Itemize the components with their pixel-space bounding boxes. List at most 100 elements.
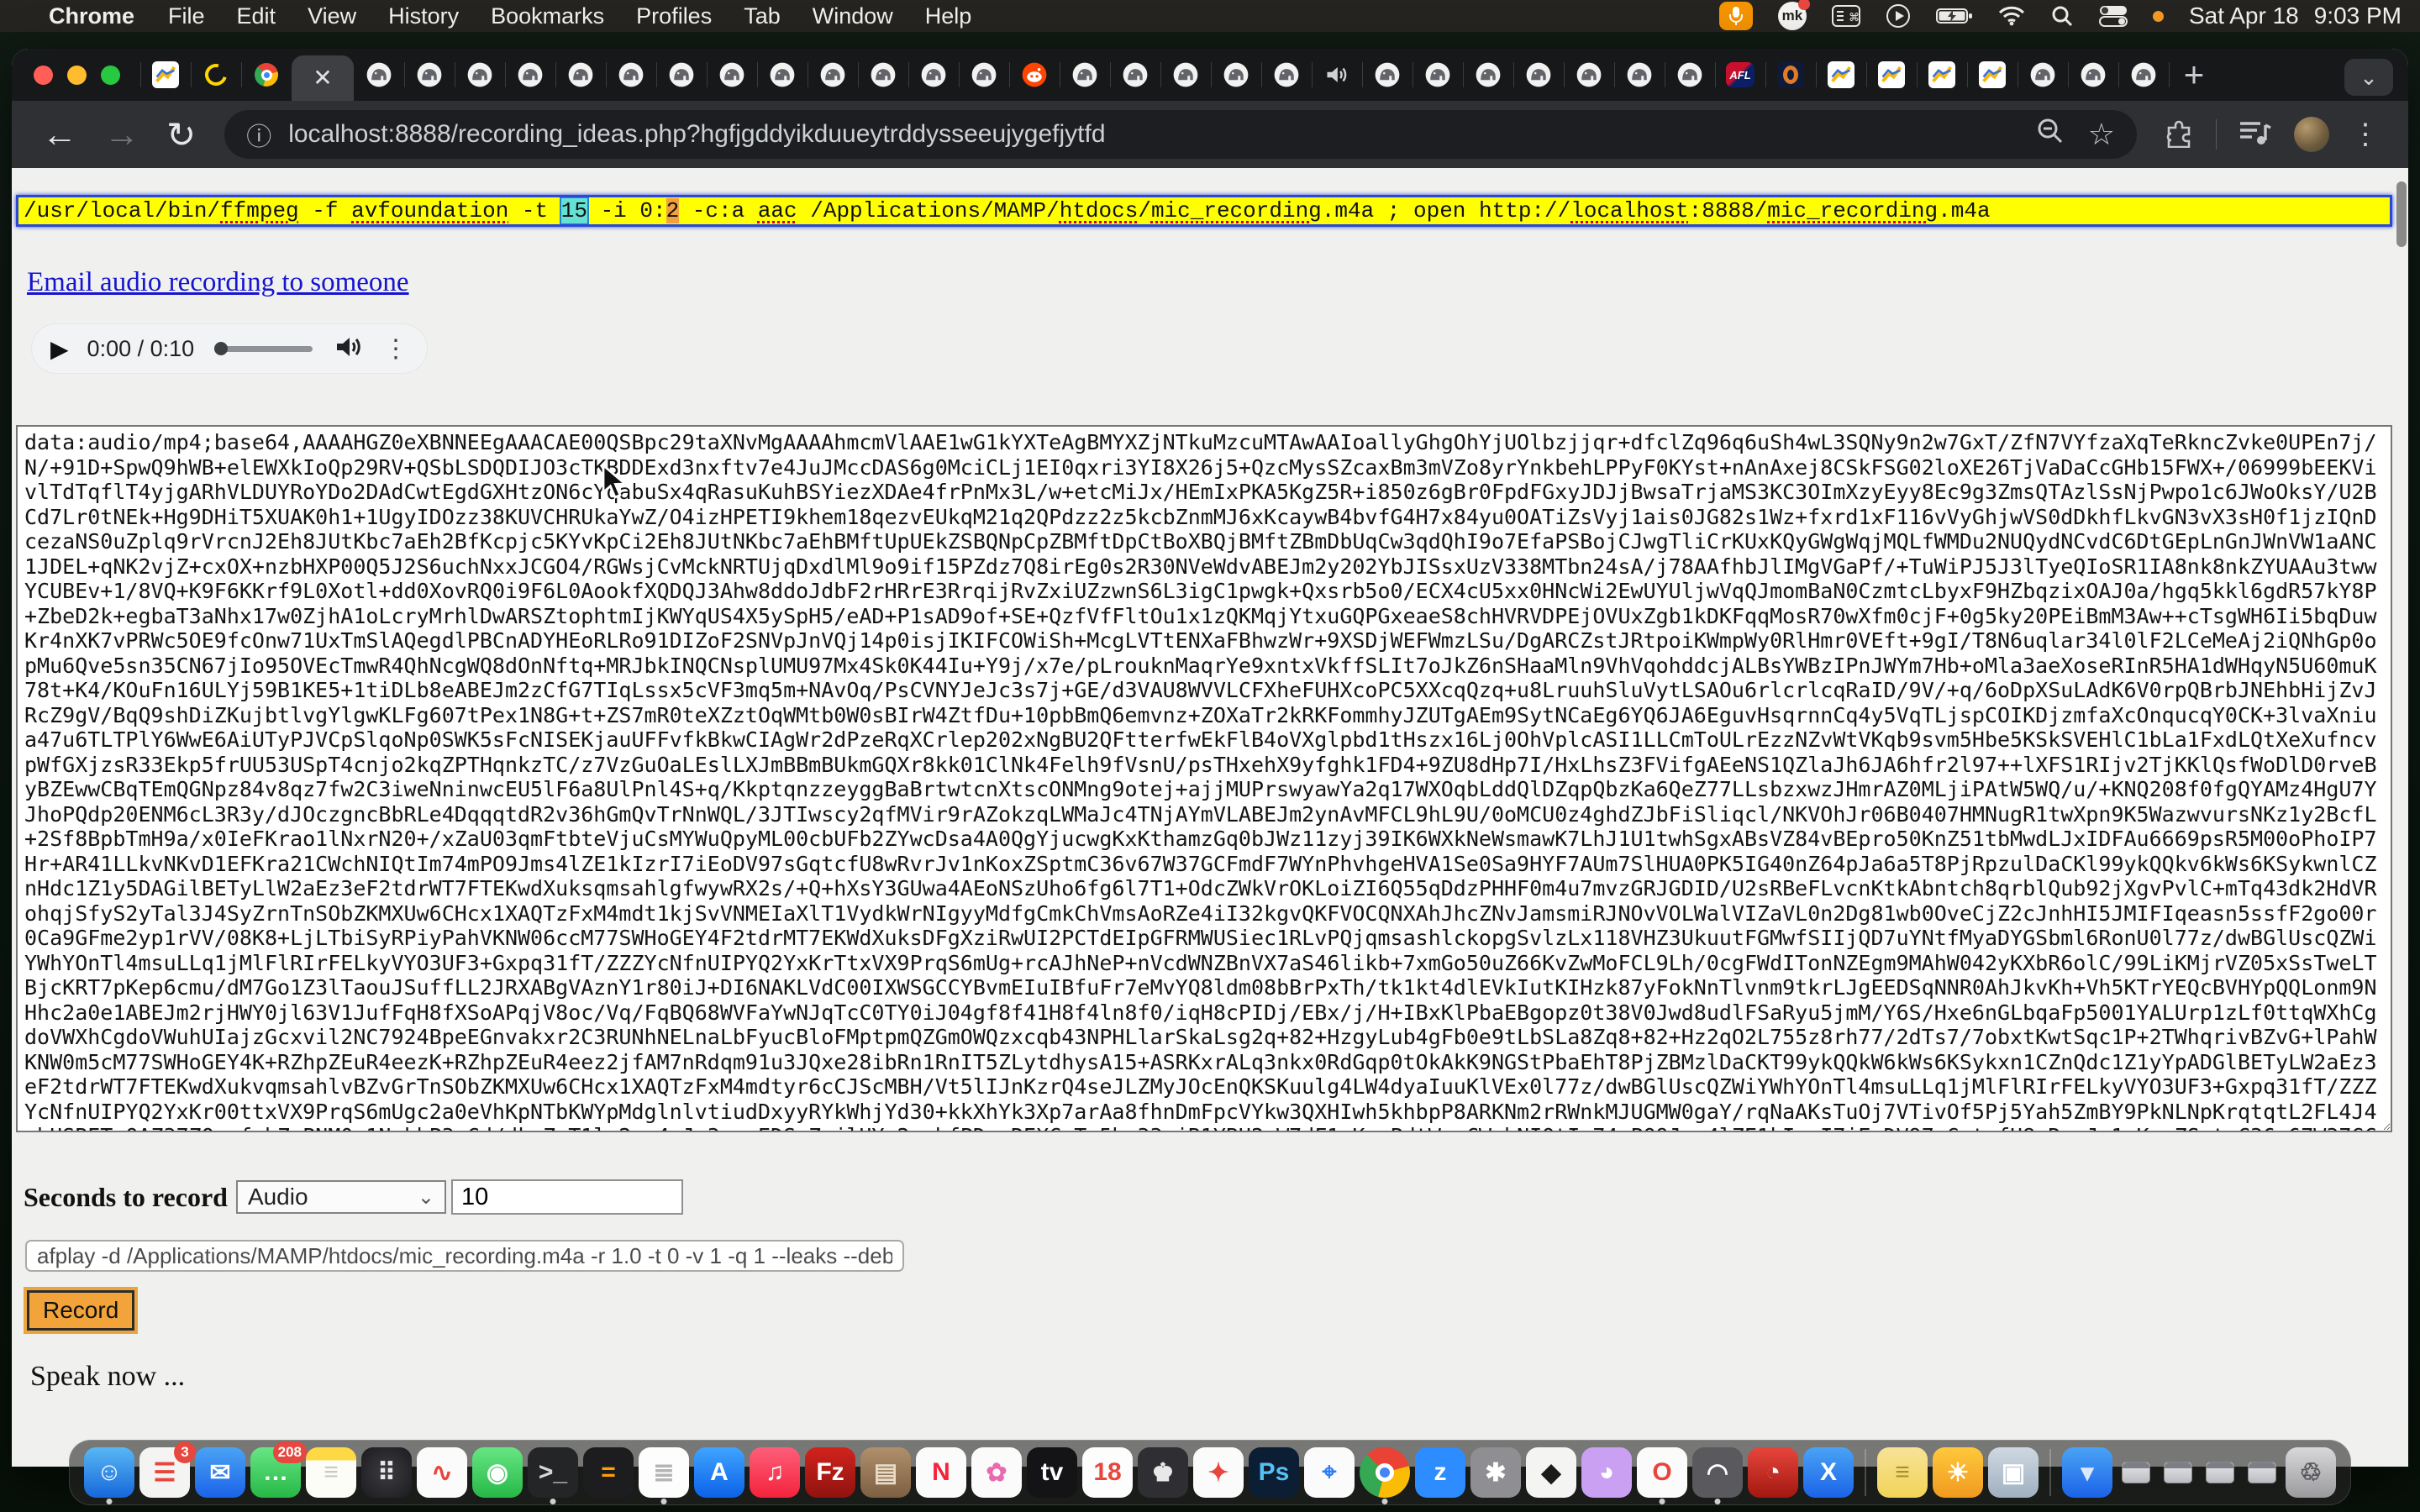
dock-item-safari[interactable]: ⌖: [1304, 1447, 1355, 1498]
battery-charging-icon[interactable]: [1936, 7, 1973, 25]
browser-tab-chart[interactable]: [1816, 49, 1866, 101]
browser-tab-mamp[interactable]: [908, 49, 959, 101]
control-center-icon[interactable]: [2099, 5, 2128, 27]
dock-item-app-store[interactable]: A: [694, 1447, 744, 1498]
dock-item-photoshop[interactable]: Ps: [1249, 1447, 1299, 1498]
browser-tab-mamp[interactable]: [1211, 49, 1261, 101]
dock-item-opera[interactable]: O: [1637, 1447, 1687, 1498]
dock-item-mail[interactable]: ✉: [195, 1447, 245, 1498]
browser-tab-mamp[interactable]: [808, 49, 858, 101]
browser-tab-chart[interactable]: [1967, 49, 2018, 101]
player-menu-icon[interactable]: ⋮: [383, 334, 408, 364]
browser-tab-orange-ring[interactable]: [1765, 49, 1816, 101]
dock-item-screenshot[interactable]: ▣: [1988, 1447, 2039, 1498]
minimized-window[interactable]: [2122, 1462, 2150, 1483]
browser-tab-speaker[interactable]: [1312, 49, 1362, 101]
browser-tab-mamp[interactable]: [505, 49, 555, 101]
dock-item-music[interactable]: ♫: [750, 1447, 800, 1498]
volume-icon[interactable]: [334, 334, 363, 364]
browser-tab-chrome[interactable]: [241, 49, 292, 101]
url-text[interactable]: localhost:8888/recording_ideas.php?hgfjg…: [288, 120, 2019, 149]
browser-tab-mamp[interactable]: [455, 49, 505, 101]
minimize-window-button[interactable]: [67, 66, 87, 85]
dock-item-pinwheel[interactable]: ✦: [1193, 1447, 1244, 1498]
browser-tab-mamp[interactable]: [1513, 49, 1564, 101]
browser-tab-mamp[interactable]: [404, 49, 455, 101]
tab-audio-speaker-icon[interactable]: [1323, 61, 1350, 88]
browser-tab-mamp[interactable]: [1413, 49, 1463, 101]
browser-tab-mamp[interactable]: [1110, 49, 1160, 101]
bookmark-star-icon[interactable]: ☆: [2088, 117, 2115, 152]
zoom-window-button[interactable]: [101, 66, 120, 85]
browser-tab-mamp[interactable]: [656, 49, 707, 101]
base64-audio-textarea[interactable]: [16, 425, 2392, 1132]
menu-item-profiles[interactable]: Profiles: [636, 3, 712, 29]
browser-tab-mamp[interactable]: [757, 49, 808, 101]
record-button[interactable]: Record: [27, 1290, 134, 1331]
dock-item-photos[interactable]: ✿: [971, 1447, 1022, 1498]
browser-tab-mamp[interactable]: [1463, 49, 1513, 101]
dock-item-notes[interactable]: ≡: [306, 1447, 356, 1498]
dock-item-mamp-elephant[interactable]: ◠: [1692, 1447, 1743, 1498]
dock-item-game-cat[interactable]: ◕: [1581, 1447, 1632, 1498]
browser-tab-mamp[interactable]: [2118, 49, 2169, 101]
browser-tab-afl[interactable]: AFL: [1715, 49, 1765, 101]
dock-item-settings[interactable]: ✱: [1470, 1447, 1521, 1498]
media-type-select[interactable]: Audio ⌄: [236, 1180, 446, 1214]
menu-item-bookmarks[interactable]: Bookmarks: [491, 3, 604, 29]
browser-tab-mamp[interactable]: [1261, 49, 1312, 101]
dock-item-calculator[interactable]: =: [583, 1447, 634, 1498]
dock-item-news[interactable]: N: [916, 1447, 966, 1498]
browser-tab-mamp[interactable]: [707, 49, 757, 101]
extensions-puzzle-icon[interactable]: [2164, 118, 2194, 152]
microphone-in-use-icon[interactable]: [1719, 2, 1753, 30]
profile-avatar[interactable]: [2294, 117, 2329, 152]
dock-item-stickies[interactable]: ≡: [1877, 1447, 1928, 1498]
menu-bar-clock[interactable]: Sat Apr 18 9:03 PM: [2189, 3, 2402, 29]
minimized-chrome-window[interactable]: [2248, 1462, 2276, 1483]
now-playing-icon[interactable]: [1886, 3, 1911, 29]
afplay-command-input[interactable]: [25, 1240, 904, 1272]
dock-item-launchpad[interactable]: ⠿: [361, 1447, 412, 1498]
dock-item-netshred[interactable]: ◔: [1748, 1447, 1798, 1498]
dock-item-books[interactable]: ▤: [860, 1447, 911, 1498]
email-recording-link[interactable]: Email audio recording to someone: [27, 267, 409, 298]
minimized-window[interactable]: [2206, 1462, 2234, 1483]
zoom-out-page-icon[interactable]: [2036, 117, 2065, 152]
browser-tab-mamp[interactable]: [2018, 49, 2068, 101]
spotlight-search-icon[interactable]: [2050, 4, 2074, 28]
page-scrollbar-thumb[interactable]: [2396, 181, 2407, 247]
player-seek-thumb[interactable]: [214, 342, 228, 355]
dock-item-chrome[interactable]: [1360, 1447, 1410, 1498]
dock-item-facetime[interactable]: ◉: [472, 1447, 523, 1498]
audio-player[interactable]: ▶ 0:00 / 0:10 ⋮: [32, 324, 427, 373]
dock-item-trash[interactable]: ♲: [2286, 1447, 2336, 1498]
back-button[interactable]: ←: [42, 114, 77, 155]
close-window-button[interactable]: [34, 66, 53, 85]
minimized-window[interactable]: [2164, 1462, 2192, 1483]
forward-button[interactable]: →: [104, 114, 139, 155]
player-seek-bar[interactable]: [214, 346, 313, 352]
menu-item-tab[interactable]: Tab: [744, 3, 781, 29]
browser-tab-mamp[interactable]: [1614, 49, 1665, 101]
new-tab-button[interactable]: +: [2169, 49, 2219, 101]
dock-item-filezilla[interactable]: Fz: [805, 1447, 855, 1498]
dock-item-terminal[interactable]: >_: [528, 1447, 578, 1498]
browser-tab-mamp[interactable]: [1060, 49, 1110, 101]
menu-item-edit[interactable]: Edit: [237, 3, 276, 29]
browser-tab-mamp[interactable]: [1160, 49, 1211, 101]
screen-recording-indicator[interactable]: [2153, 11, 2164, 22]
browser-tab-chart[interactable]: [1917, 49, 1967, 101]
dock-item-finder[interactable]: ☺: [84, 1447, 134, 1498]
close-tab-icon[interactable]: ✕: [313, 66, 332, 90]
dock-item-textedit[interactable]: ≣: [639, 1447, 689, 1498]
chrome-menu-icon[interactable]: ⋮: [2351, 118, 2380, 151]
dock-item-apple-tv[interactable]: tv: [1027, 1447, 1077, 1498]
menu-item-help[interactable]: Help: [925, 3, 972, 29]
browser-tab-mamp[interactable]: [959, 49, 1009, 101]
menu-item-history[interactable]: History: [388, 3, 459, 29]
keyboard-switcher-icon[interactable]: ⌘: [1832, 5, 1860, 27]
dock-item-zoom[interactable]: z: [1415, 1447, 1465, 1498]
menu-item-file[interactable]: File: [168, 3, 205, 29]
browser-tab-mamp[interactable]: [1362, 49, 1413, 101]
